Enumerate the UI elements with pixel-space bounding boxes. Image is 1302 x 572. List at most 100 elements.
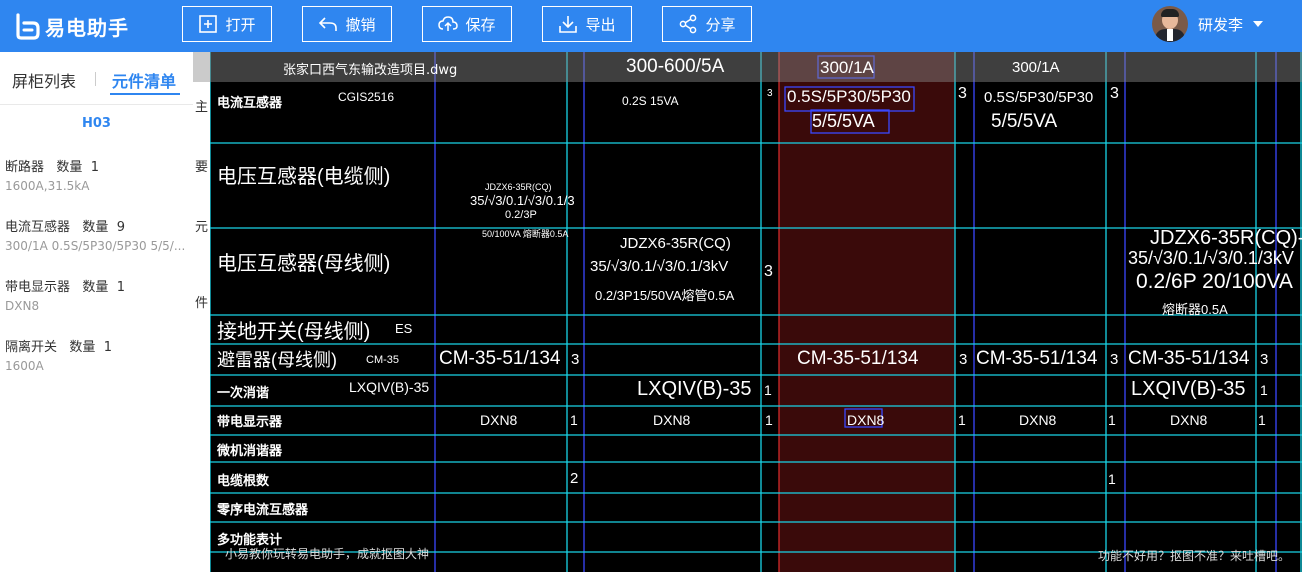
cell-qty: 3 <box>571 351 580 368</box>
cell: 熔断器0.5A <box>1162 302 1228 317</box>
logo-icon <box>16 13 40 40</box>
item-spec: DXN8 <box>5 299 40 313</box>
open-label: 打开 <box>225 15 256 34</box>
avatar[interactable] <box>1152 6 1188 42</box>
cell-qty: 1 <box>765 412 773 428</box>
cell: CM-35-51/134 <box>439 348 561 369</box>
tab-cabinet-list[interactable]: 屏柜列表 <box>12 68 76 92</box>
cell-qty: 1 <box>764 382 772 398</box>
cell: CM-35-51/134 <box>976 348 1098 369</box>
cell: JDZX6-35R(CQ)-C <box>1150 227 1302 249</box>
cell-qty: 3 <box>958 85 967 102</box>
share-button[interactable]: 分享 <box>662 6 752 42</box>
side-char: 元 <box>194 220 208 235</box>
cad-grid <box>209 52 1302 572</box>
cell: JDZX6-35R(CQ) <box>485 182 552 192</box>
cell-qty: 3 <box>1260 351 1269 368</box>
user-name: 研发李 <box>1198 15 1244 34</box>
cell-qty: 1 <box>1108 471 1116 487</box>
cell: 0.5S/5P30/5P30 <box>984 89 1094 106</box>
row-label: 零序电流互感器 <box>217 502 309 517</box>
cell: 35/√3/0.1/√3/0.1/3kV <box>590 258 729 275</box>
cell-qty: 3 <box>764 263 773 280</box>
cell: 0.2/3P15/50VA熔管0.5A <box>595 288 735 303</box>
cell: CM-35-51/134 <box>1128 348 1250 369</box>
cell: 0.2/3P <box>505 209 537 221</box>
list-item[interactable]: 带电显示器 数量 1 DXN8 <box>5 276 191 313</box>
cell-qty: 1 <box>958 412 966 428</box>
row-model: LXQIV(B)-35 <box>349 379 430 395</box>
row-label: 接地开关(母线侧) <box>217 321 371 343</box>
undo-button[interactable]: 撤销 <box>302 6 392 42</box>
cell: LXQIV(B)-35 <box>637 378 752 400</box>
side-char: 主 <box>194 100 208 115</box>
share-label: 分享 <box>705 15 736 34</box>
cell: 35/√3/0.1/√3/0.1/3 <box>470 193 575 208</box>
group-title: H03 <box>82 116 111 131</box>
row-label: 电压互感器(电缆侧) <box>217 166 391 188</box>
cell: DXN8 <box>847 412 885 428</box>
add-file-icon <box>199 15 218 33</box>
tab-divider <box>95 72 96 86</box>
row-label: 微机消谐器 <box>217 443 283 458</box>
item-qty-label: 数量 <box>82 220 109 235</box>
item-qty: 1 <box>90 160 99 175</box>
export-label: 导出 <box>585 15 616 34</box>
row-label: 避雷器(母线侧) <box>217 350 337 370</box>
cell: CM-35-51/134 <box>797 348 919 369</box>
item-qty-label: 数量 <box>56 160 83 175</box>
active-tab-indicator <box>110 93 180 95</box>
item-name: 电流互感器 <box>5 220 71 235</box>
cell: JDZX6-35R(CQ) <box>620 235 731 252</box>
cell-qty: 3 <box>959 351 968 368</box>
list-item[interactable]: 电流互感器 数量 9 300/1A 0.5S/5P30/5P30 5/5/... <box>5 216 191 253</box>
app-logo: 易电助手 <box>12 10 129 42</box>
header-cell: 300/1A <box>820 58 874 77</box>
tab-component-list[interactable]: 元件清单 <box>112 68 176 92</box>
cloud-upload-icon <box>438 16 459 31</box>
save-button[interactable]: 保存 <box>422 6 512 42</box>
chevron-down-icon <box>1253 21 1264 27</box>
item-name: 带电显示器 <box>5 280 71 295</box>
list-item[interactable]: 隔离开关 数量 1 1600A <box>5 336 191 373</box>
save-label: 保存 <box>465 15 496 34</box>
user-menu[interactable]: 研发李 <box>1152 6 1302 42</box>
header-cell: 300/1A <box>1012 59 1060 76</box>
export-button[interactable]: 导出 <box>542 6 632 42</box>
cell: LXQIV(B)-35 <box>1131 378 1246 400</box>
row-model: CM-35 <box>366 354 400 366</box>
item-spec: 1600A,31.5kA <box>5 179 90 193</box>
row-model: CGIS2516 <box>338 90 395 104</box>
side-char: 要 <box>194 160 208 175</box>
row-label: 电缆根数 <box>217 473 270 488</box>
item-qty-label: 数量 <box>69 340 96 355</box>
sidebar: 屏柜列表 元件清单 H03 断路器 数量 1 1600A,31.5kA 电流互感… <box>0 52 193 572</box>
side-char: 件 <box>194 296 208 311</box>
top-bar: 易电助手 打开 撤销 保存 导出 分享 研发李 <box>0 0 1302 52</box>
item-qty: 9 <box>116 220 125 235</box>
cell: DXN8 <box>1019 412 1057 428</box>
app-name: 易电助手 <box>45 15 129 40</box>
cell-qty: 1 <box>1108 412 1116 428</box>
open-button[interactable]: 打开 <box>182 6 272 42</box>
cell: 0.2/6P 20/100VA <box>1136 270 1293 293</box>
download-icon <box>559 16 578 33</box>
feedback-link[interactable]: 功能不好用？抠图不准？来吐槽吧。 <box>1098 547 1290 564</box>
item-name: 断路器 <box>5 160 45 175</box>
cell-qty: 3 <box>1110 351 1119 368</box>
cell-qty: 3 <box>1110 85 1119 102</box>
item-name: 隔离开关 <box>5 340 58 355</box>
undo-icon <box>319 17 338 31</box>
cell-qty: 3 <box>767 88 773 99</box>
cell-qty: 2 <box>570 470 579 487</box>
cell: 5/5/5VA <box>991 111 1058 132</box>
list-item[interactable]: 断路器 数量 1 1600A,31.5kA <box>5 156 191 193</box>
header-cell: 300-600/5A <box>626 56 725 77</box>
cell: 0.5S/5P30/5P30 <box>787 87 911 106</box>
item-qty: 1 <box>103 340 112 355</box>
share-icon <box>680 14 697 34</box>
item-qty: 1 <box>116 280 125 295</box>
cell: 35/√3/0.1/√3/0.1/3kV <box>1128 248 1294 268</box>
cell: DXN8 <box>480 412 518 428</box>
tip-link[interactable]: 小易教你玩转易电助手，成就抠图大神 <box>225 545 429 562</box>
